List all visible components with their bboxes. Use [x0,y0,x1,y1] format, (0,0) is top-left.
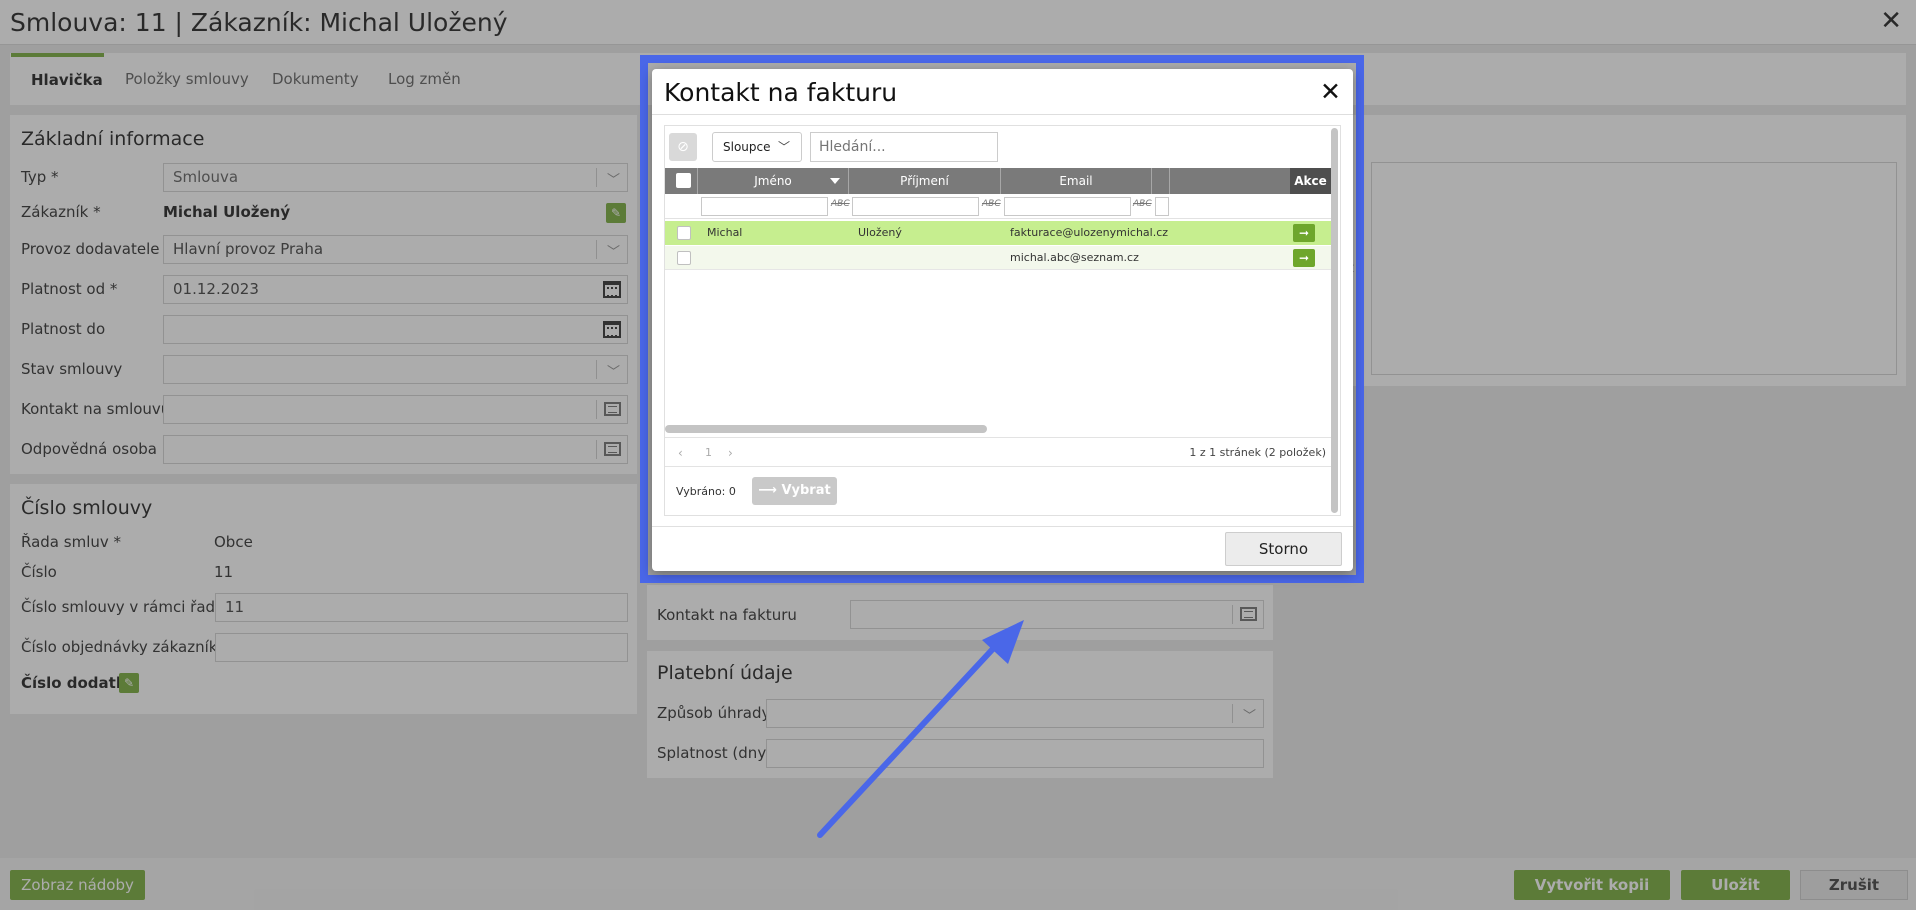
arrow-shaft [817,635,1006,838]
annotation-arrow [817,620,1024,838]
